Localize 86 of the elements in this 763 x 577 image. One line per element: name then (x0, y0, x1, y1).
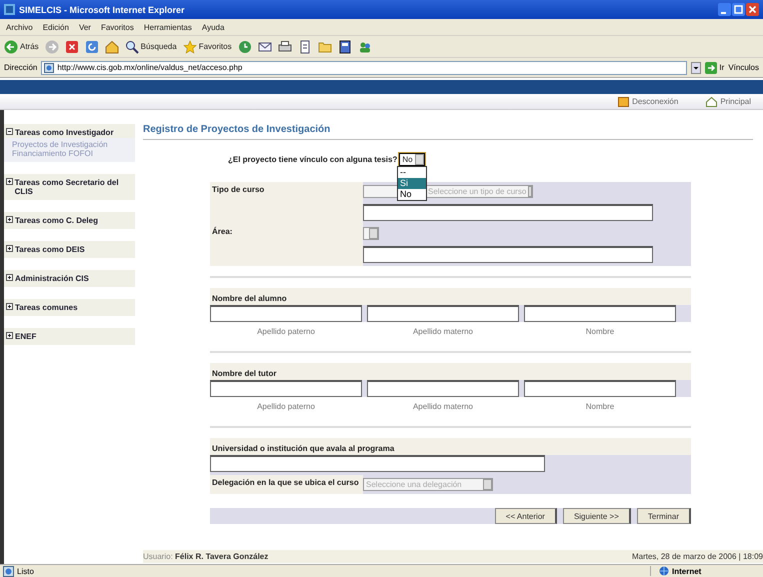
sidebar-item[interactable]: Administración CIS (15, 274, 89, 283)
house-icon[interactable] (104, 40, 119, 54)
plus-box-icon[interactable] (6, 216, 13, 223)
close-icon[interactable] (746, 3, 759, 16)
printer-icon[interactable] (278, 40, 292, 54)
field-label: Tipo de curso (212, 185, 264, 194)
input-field[interactable] (524, 305, 676, 322)
nav-button[interactable]: << Anterior (494, 508, 557, 524)
nav-button[interactable]: Siguiente >> (562, 508, 631, 524)
sidebar-item[interactable]: Tareas como Investigador (15, 128, 114, 137)
minimize-icon[interactable] (718, 3, 731, 16)
input-field[interactable] (210, 380, 362, 397)
input-field[interactable] (363, 204, 653, 221)
menu-item[interactable]: Ayuda (202, 22, 224, 32)
status-text: Listo (17, 566, 34, 576)
page-icon (3, 566, 14, 576)
page-icon (44, 62, 54, 72)
maximize-icon[interactable] (732, 3, 745, 16)
document-icon[interactable] (298, 40, 312, 54)
globe-icon (659, 566, 669, 576)
links-label[interactable]: Vínculos (728, 63, 759, 72)
plus-box-icon[interactable] (6, 274, 13, 281)
sidebar-item[interactable]: Tareas como C. Deleg (15, 216, 98, 225)
input-field[interactable] (210, 455, 545, 472)
plus-box-icon[interactable] (6, 178, 13, 185)
toolbar-button[interactable]: Búsqueda (124, 40, 177, 54)
sidebar-item[interactable]: Tareas como DEIS (15, 245, 85, 254)
section-label: Universidad o institución que avala al programa (212, 444, 394, 453)
field-label: Delegación en la que se ubica el curso (212, 478, 359, 487)
stop-icon[interactable] (64, 40, 79, 54)
browser-icon (4, 4, 15, 15)
input-field[interactable] (367, 305, 519, 322)
menu-item[interactable]: Herramientas (144, 22, 192, 32)
menu-item[interactable]: Edición (42, 22, 69, 32)
page-title: Registro de Proyectos de Investigación (143, 124, 753, 140)
user-name: Usuario: Félix R. Tavera González (143, 552, 268, 561)
top-link[interactable]: Desconexión (618, 96, 678, 106)
security-zone: Internet (650, 566, 760, 576)
go-arrow-icon (705, 62, 718, 74)
sidebar-item[interactable]: Tareas como Secretario del CLIS (14, 178, 133, 196)
dropdown-option[interactable]: Si (398, 178, 426, 189)
book-icon[interactable] (338, 40, 352, 54)
plus-box-icon[interactable] (6, 303, 13, 310)
input-field[interactable] (367, 380, 519, 397)
sidebar-item[interactable]: ENEF (15, 332, 36, 341)
plus-box-icon[interactable] (6, 332, 13, 339)
menu-item[interactable]: Archivo (6, 22, 33, 32)
search-icon (124, 40, 139, 54)
dropdown[interactable]: No (399, 152, 425, 166)
plus-box-icon[interactable] (6, 245, 13, 252)
input-field[interactable] (524, 380, 676, 397)
door-icon (618, 96, 630, 106)
field-caption: Nombre (584, 327, 616, 336)
field-caption: Apellido materno (412, 402, 474, 411)
address-field[interactable]: http://www.cis.gob.mx/online/valdus_net/acceso.php (41, 60, 688, 74)
input-field[interactable] (210, 305, 362, 322)
nav-button[interactable]: Terminar (636, 508, 691, 524)
input-field[interactable] (363, 246, 653, 263)
clock-icon[interactable] (238, 40, 252, 54)
address-label: Dirección (4, 63, 38, 72)
section-label: Nombre del alumno (212, 294, 287, 303)
dropdown-option[interactable]: -- (398, 167, 426, 178)
field-caption: Nombre (584, 402, 616, 411)
field-label: Área: (212, 227, 232, 236)
toolbar-button[interactable]: Atrás (4, 40, 39, 54)
go-button[interactable]: Ir (705, 62, 724, 74)
top-link[interactable]: Principal (706, 96, 751, 106)
people-icon[interactable] (358, 40, 372, 54)
field-caption: Apellido paterno (256, 327, 316, 336)
dropdown-option[interactable]: No (398, 189, 426, 200)
house-icon (706, 96, 718, 106)
refresh-icon[interactable] (84, 40, 99, 54)
question-label: ¿El proyecto tiene vínculo con alguna tesis? (228, 154, 398, 164)
date-time: Martes, 28 de marzo de 2006 | 18:09 (632, 552, 763, 561)
sidebar-item[interactable]: Tareas comunes (15, 303, 78, 312)
minus-box-icon[interactable] (6, 128, 13, 135)
toolbar-button[interactable]: Favoritos (182, 40, 232, 54)
back-icon (4, 40, 18, 54)
star-icon (182, 40, 197, 54)
menu-item[interactable]: Ver (78, 22, 91, 32)
field-caption: Apellido materno (412, 327, 474, 336)
envelope-icon[interactable] (258, 40, 272, 54)
section-label: Nombre del tutor (212, 369, 276, 378)
window-title: SIMELCIS - Microsoft Internet Explorer (19, 4, 186, 14)
field-caption: Apellido paterno (256, 402, 316, 411)
menu-item[interactable]: Favoritos (100, 22, 134, 32)
